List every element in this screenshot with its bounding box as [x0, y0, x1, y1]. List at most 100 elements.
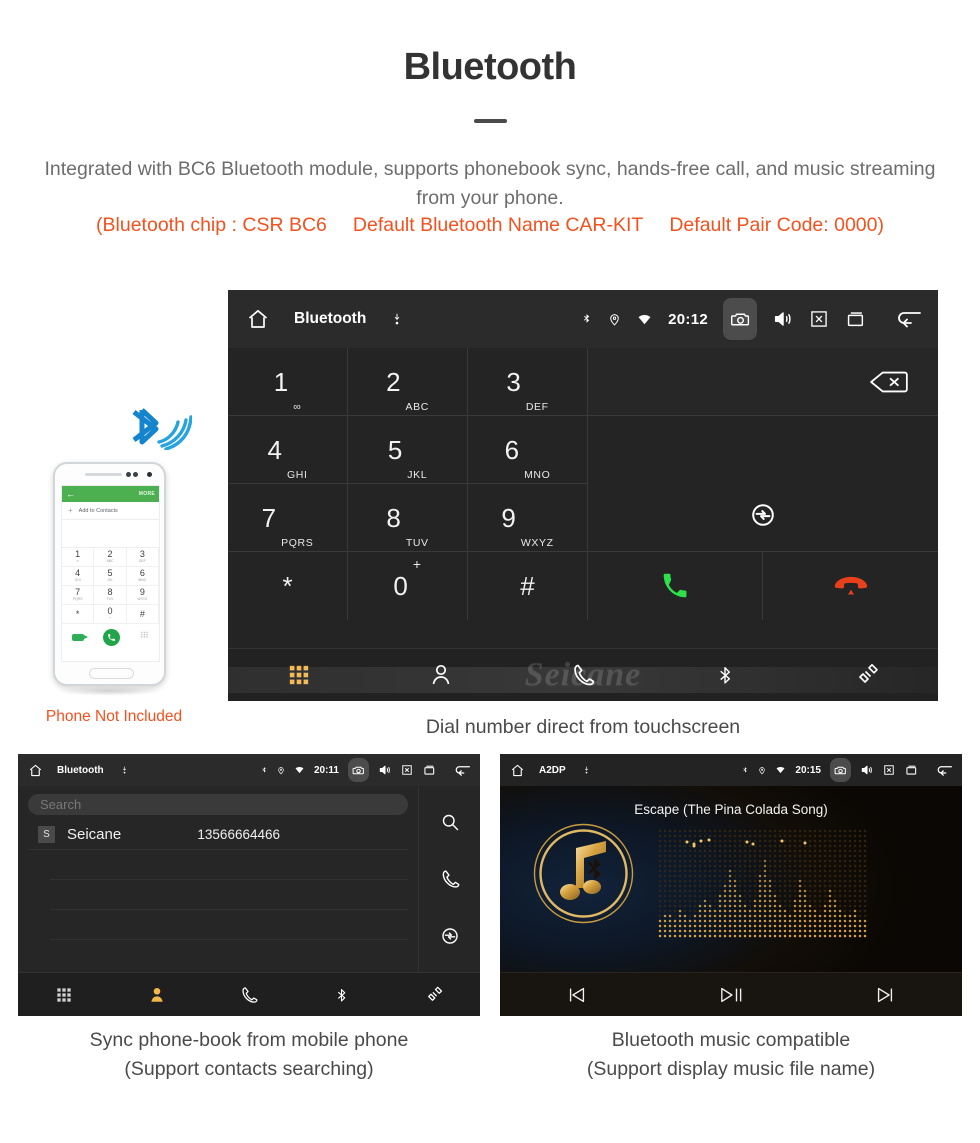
sync-icon[interactable] — [749, 501, 777, 529]
dialpad-key-star[interactable]: * — [228, 552, 348, 620]
dialpad-key-sub: ABC — [405, 401, 429, 413]
recents-icon[interactable] — [422, 763, 436, 777]
phone-key-num: 1 — [75, 549, 81, 560]
spec-paircode: Default Pair Code: 0000) — [669, 214, 884, 236]
recents-icon[interactable] — [904, 763, 918, 777]
close-box-icon[interactable] — [401, 764, 413, 776]
back-icon[interactable] — [935, 763, 954, 778]
hangup-button[interactable] — [763, 552, 938, 620]
phone-add-contact-label: Add to Contacts — [78, 507, 118, 514]
back-icon[interactable] — [453, 763, 472, 778]
number-display-field[interactable] — [588, 348, 938, 416]
dialpad-key-num: 9 — [501, 502, 516, 533]
home-icon[interactable] — [246, 307, 270, 331]
dialpad-key-sub: PQRS — [281, 537, 314, 549]
wifi-icon — [294, 765, 305, 775]
dialer-bottom-nav: Seicane — [228, 648, 938, 701]
phonebook-title: Bluetooth — [57, 764, 104, 776]
nav-contacts-tab[interactable] — [110, 986, 202, 1004]
music-controls — [500, 972, 962, 1016]
phone-more-label: MORE — [138, 491, 155, 497]
phonebook-caption-line2: (Support contacts searching) — [124, 1058, 374, 1080]
nav-bluetooth-tab[interactable] — [295, 985, 387, 1005]
volume-icon[interactable] — [860, 763, 874, 777]
spec-chip: (Bluetooth chip : CSR BC6 — [96, 214, 327, 236]
previous-track-button[interactable] — [500, 984, 654, 1006]
bluetooth-icon — [715, 662, 735, 688]
phone-key-num: 8 — [107, 587, 113, 598]
dialpad-key-2[interactable]: 2 ABC — [348, 348, 468, 416]
phonebook-side-actions — [418, 786, 480, 972]
phone-key: 6 MNO — [126, 567, 159, 586]
nav-pair-tab[interactable] — [796, 663, 938, 687]
close-box-icon[interactable] — [809, 309, 829, 329]
dialpad-key-num: 2 — [386, 366, 401, 397]
home-icon[interactable] — [28, 763, 43, 778]
nav-calllog-tab[interactable] — [512, 663, 654, 687]
phonebook-screen: Bluetooth 20:11 Search S Seicane 1356666… — [18, 754, 480, 1016]
dialpad-key-hash[interactable]: # — [468, 552, 588, 620]
sync-icon[interactable] — [440, 926, 460, 946]
volume-icon[interactable] — [772, 308, 794, 330]
backspace-icon[interactable] — [868, 369, 910, 395]
volume-icon[interactable] — [378, 763, 392, 777]
dialpad-key-0[interactable]: 0 + — [348, 552, 468, 620]
camera-icon[interactable] — [723, 298, 757, 340]
nav-calllog-tab[interactable] — [203, 986, 295, 1004]
search-icon[interactable] — [440, 812, 460, 832]
phone-key-sub: WXYZ — [137, 597, 148, 602]
phone-shadow — [57, 686, 162, 696]
phone-key-sub: MNO — [138, 578, 147, 583]
next-track-button[interactable] — [808, 984, 962, 1006]
phone-key-num: * — [75, 608, 80, 619]
music-caption: Bluetooth music compatible (Support disp… — [482, 1026, 980, 1084]
recents-icon[interactable] — [844, 308, 866, 330]
dialpad-key-6[interactable]: 6 MNO — [468, 416, 588, 484]
search-input[interactable]: Search — [28, 794, 408, 815]
dialpad-key-7[interactable]: 7 PQRS — [228, 484, 348, 552]
nav-keypad-tab[interactable] — [18, 987, 110, 1003]
camera-icon[interactable] — [348, 758, 369, 782]
dialpad-key-4[interactable]: 4 GHI — [228, 416, 348, 484]
contact-name: Seicane — [67, 826, 122, 843]
call-button[interactable] — [588, 552, 763, 620]
phone-key: 1 ∞ — [62, 548, 95, 567]
search-placeholder: Search — [40, 797, 82, 812]
dialpad-key-num: 7 — [261, 502, 277, 533]
dialpad-key-9[interactable]: 9 WXYZ — [468, 484, 588, 552]
wifi-icon — [775, 765, 786, 775]
bluetooth-icon — [580, 311, 593, 328]
intro-text: Integrated with BC6 Bluetooth module, su… — [44, 158, 936, 209]
phone-appbar: ← MORE — [62, 486, 159, 502]
home-icon[interactable] — [510, 763, 525, 778]
nav-pair-tab[interactable] — [388, 986, 480, 1004]
camera-icon[interactable] — [830, 758, 851, 782]
phonebook-caption-line1: Sync phone-book from mobile phone — [89, 1029, 409, 1051]
back-icon[interactable] — [894, 307, 924, 331]
dialpad-key-3[interactable]: 3 DEF — [468, 348, 588, 416]
page-root: Bluetooth Integrated with BC6 Bluetooth … — [0, 0, 980, 1143]
nav-bluetooth-tab[interactable] — [654, 662, 796, 688]
nav-keypad-tab[interactable] — [228, 664, 370, 686]
dialpad-key-8[interactable]: 8 TUV — [348, 484, 468, 552]
phone-icon[interactable] — [440, 869, 460, 889]
phone-keypad: 1 ∞ 2 ABC 3 DEF 4 GHI 5 JKL 6 MNO 7 PQRS 8 TUV 9… — [62, 548, 159, 624]
phonebook-body: Search S Seicane 13566664466 — [18, 786, 480, 972]
hide-keypad-icon — [71, 633, 88, 641]
dialpad-key-1[interactable]: 1 ∞ — [228, 348, 348, 416]
phone-key: 5 JKL — [94, 567, 127, 586]
nav-contacts-tab[interactable] — [370, 663, 512, 687]
phone-sensor-icon — [126, 472, 131, 477]
close-box-icon[interactable] — [883, 764, 895, 776]
contact-row[interactable]: S Seicane 13566664466 — [28, 820, 408, 850]
phone-key-num: 9 — [139, 587, 145, 598]
dialpad-key-sub: + — [412, 556, 422, 572]
dialer-sync-area[interactable] — [588, 416, 938, 552]
spec-name: Default Bluetooth Name CAR-KIT — [352, 214, 644, 236]
play-pause-button[interactable] — [654, 984, 808, 1006]
phone-key: 8 TUV — [94, 586, 127, 605]
phone-key-sub: PQRS — [72, 597, 83, 602]
contact-row — [50, 880, 408, 910]
next-track-icon — [874, 984, 896, 1006]
dialpad-key-5[interactable]: 5 JKL — [348, 416, 468, 484]
